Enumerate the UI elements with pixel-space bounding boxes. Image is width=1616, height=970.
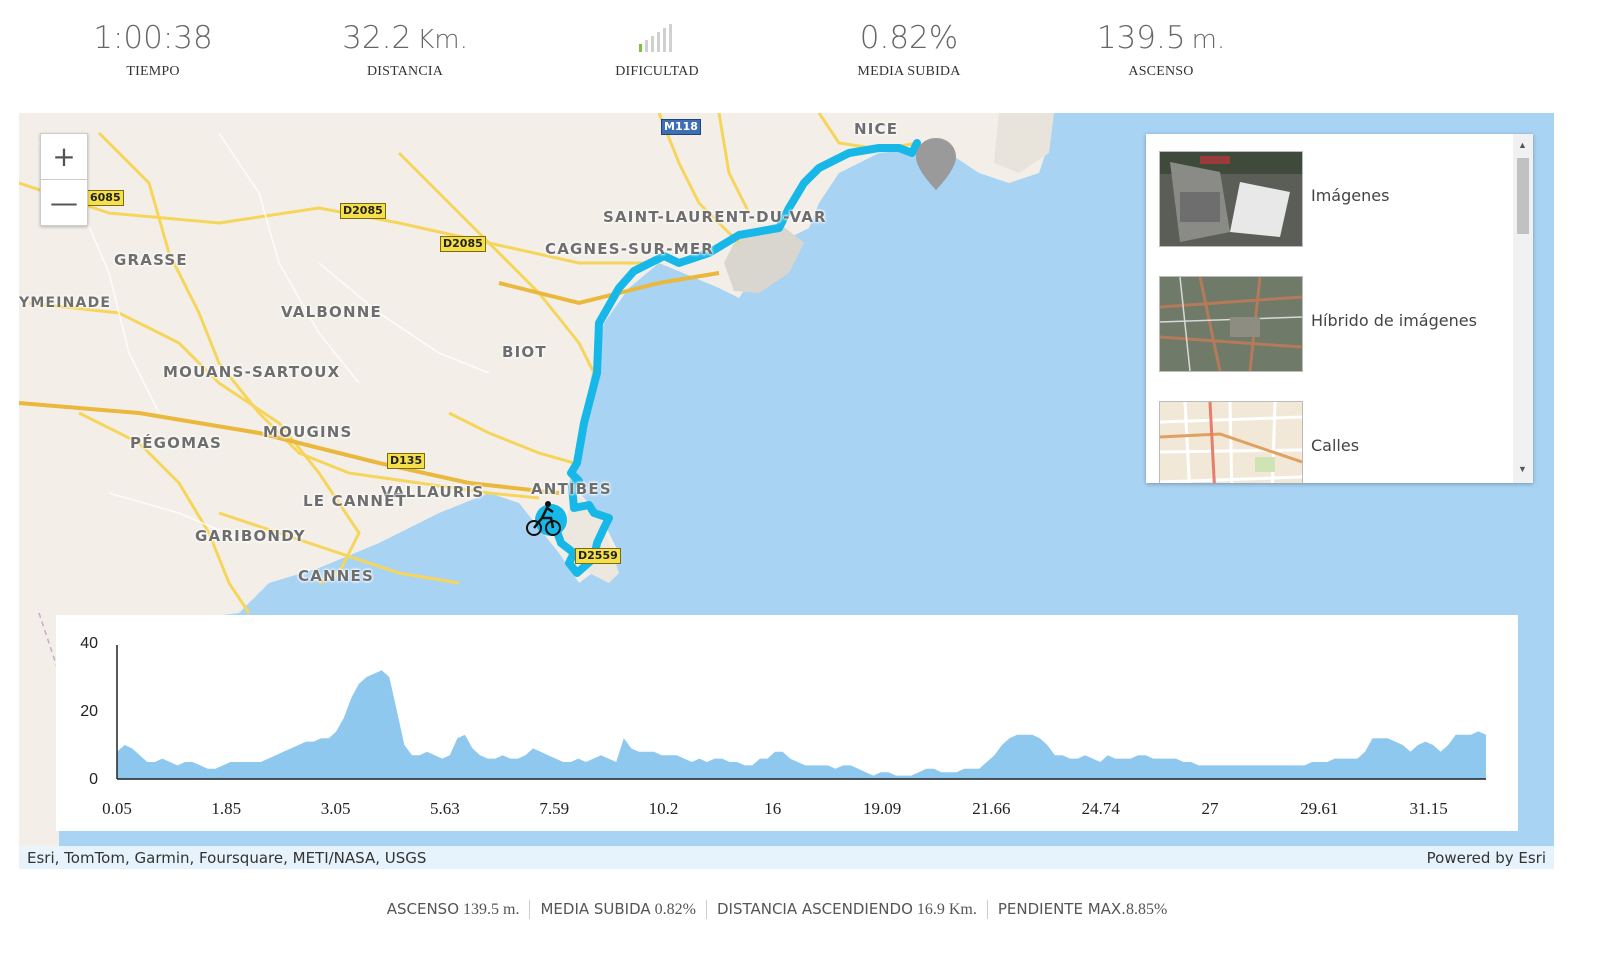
road-shield: M118 [661, 119, 701, 135]
summary-avg-climb: MEDIA SUBIDA 0.82% [529, 900, 706, 919]
x-tick-label: 5.63 [430, 799, 460, 818]
route-summary: ASCENSO 139.5 m. MEDIA SUBIDA 0.82% DISTAN… [0, 900, 1554, 919]
stat-ascent-label: ASCENSO [1128, 64, 1194, 79]
powered-by-link[interactable]: Powered by Esri [1427, 849, 1546, 867]
stat-distance-value: 32.2 [342, 20, 412, 56]
map-pin-icon [916, 138, 956, 190]
gallery-scrollbar[interactable]: ▲ ▼ [1513, 134, 1533, 483]
attribution-text: Esri, TomTom, Garmin, Foursquare, METI/N… [27, 849, 427, 867]
y-tick-label: 20 [80, 703, 98, 720]
place-label: MOUGINS [263, 423, 353, 441]
place-label: VALBONNE [281, 303, 382, 321]
road-shield: D2559 [575, 548, 621, 564]
stat-avg-climb-label: MEDIA SUBIDA [857, 64, 961, 79]
basemap-label: Imágenes [1311, 186, 1390, 205]
difficulty-bar [669, 24, 672, 52]
minus-icon: — [50, 186, 78, 219]
difficulty-bar [663, 28, 666, 52]
stat-distance: 32.2 Km. DISTANCIA [285, 18, 525, 80]
road-shield: D135 [387, 453, 426, 469]
elevation-profile-chart[interactable]: 0 20 40 0.05 1.85 3.05 5.63 7.59 10.2 16 19.09 21.6… [56, 615, 1518, 831]
basemap-option-streets[interactable]: Calles [1159, 401, 1519, 483]
road-shield: 6085 [87, 190, 124, 206]
place-label: CANNES [298, 567, 374, 585]
basemap-thumbnail [1159, 401, 1303, 483]
basemap-gallery[interactable]: Imágenes Híbrido de imágenes Calles ▲ ▼ [1146, 134, 1533, 483]
x-tick-label: 29.61 [1300, 799, 1338, 818]
x-tick-label: 1.85 [211, 799, 241, 818]
stat-distance-unit: Km. [417, 25, 468, 55]
place-label: SAINT-LAURENT-DU-VAR [603, 208, 827, 226]
place-label: NICE [854, 120, 899, 138]
place-label: CAGNES-SUR-MER [545, 240, 715, 258]
map-attribution: Esri, TomTom, Garmin, Foursquare, METI/N… [19, 846, 1554, 869]
summary-max-slope: PENDIENTE MAX.8.85% [986, 900, 1177, 919]
x-tick-label: 31.15 [1409, 799, 1447, 818]
stat-avg-climb: 0.82% MEDIA SUBIDA [789, 18, 1029, 80]
place-label: MOUANS-SARTOUX [163, 363, 341, 381]
x-tick-label: 19.09 [863, 799, 901, 818]
difficulty-bar [639, 44, 642, 52]
summary-climbing-distance: DISTANCIA ASCENDIENDO 16.9 Km. [705, 900, 987, 919]
place-label: PÉGOMAS [130, 434, 223, 452]
route-map[interactable]: NICE SAINT-LAURENT-DU-VAR CAGNES-SUR-MER… [19, 113, 1554, 869]
y-tick-label: 0 [89, 771, 98, 788]
stat-time: 1:00:38 TIEMPO [33, 18, 273, 80]
difficulty-bars-icon [637, 22, 677, 52]
elevation-area [117, 670, 1486, 779]
basemap-label: Híbrido de imágenes [1311, 311, 1477, 330]
x-tick-label: 21.66 [972, 799, 1010, 818]
difficulty-bar [645, 40, 648, 52]
stat-difficulty-label: DIFICULTAD [615, 64, 699, 79]
basemap-option-imagery[interactable]: Imágenes [1159, 151, 1519, 247]
summary-ascent: ASCENSO 139.5 m. [386, 900, 520, 918]
place-label: BIOT [502, 343, 547, 361]
x-tick-label: 0.05 [102, 799, 132, 818]
stat-time-label: TIEMPO [126, 64, 180, 79]
stat-ascent: 139.5 m. ASCENSO [1041, 18, 1281, 80]
x-tick-label: 10.2 [649, 799, 679, 818]
road-shield: D2085 [340, 203, 386, 219]
scroll-up-icon[interactable]: ▲ [1518, 140, 1527, 150]
stat-ascent-value: 139.5 [1096, 20, 1186, 56]
stat-ascent-unit: m. [1191, 25, 1226, 55]
place-label: ANTIBES [531, 480, 612, 498]
basemap-label: Calles [1311, 436, 1360, 455]
place-label: LE CANNET [303, 492, 408, 510]
scrollbar-thumb[interactable] [1517, 158, 1529, 234]
x-tick-label: 24.74 [1082, 799, 1121, 818]
place-label: GARIBONDY [195, 527, 306, 545]
basemap-thumbnail [1159, 151, 1303, 247]
stat-difficulty: DIFICULTAD [537, 18, 777, 80]
scroll-down-icon[interactable]: ▼ [1518, 464, 1527, 474]
road-shield: D2085 [440, 236, 486, 252]
zoom-control: + — [40, 133, 88, 226]
x-tick-label: 27 [1202, 799, 1220, 818]
basemap-option-hybrid[interactable]: Híbrido de imágenes [1159, 276, 1519, 372]
x-tick-label: 7.59 [539, 799, 569, 818]
zoom-in-button[interactable]: + [41, 134, 87, 179]
basemap-thumbnail [1159, 276, 1303, 372]
x-tick-label: 16 [764, 799, 781, 818]
place-label: YMEINADE [19, 295, 112, 311]
y-tick-label: 40 [80, 635, 98, 652]
elevation-chart-svg: 0 20 40 0.05 1.85 3.05 5.63 7.59 10.2 16 19.09 21.6… [80, 635, 1486, 818]
zoom-out-button[interactable]: — [41, 179, 87, 225]
difficulty-bar [651, 36, 654, 52]
plus-icon: + [52, 140, 76, 173]
x-tick-label: 3.05 [321, 799, 351, 818]
stat-time-value: 1:00:38 [93, 20, 213, 56]
stat-avg-climb-value: 0.82% [859, 20, 959, 56]
place-label: GRASSE [114, 251, 188, 269]
difficulty-bar [657, 32, 660, 52]
stat-distance-label: DISTANCIA [366, 64, 444, 79]
